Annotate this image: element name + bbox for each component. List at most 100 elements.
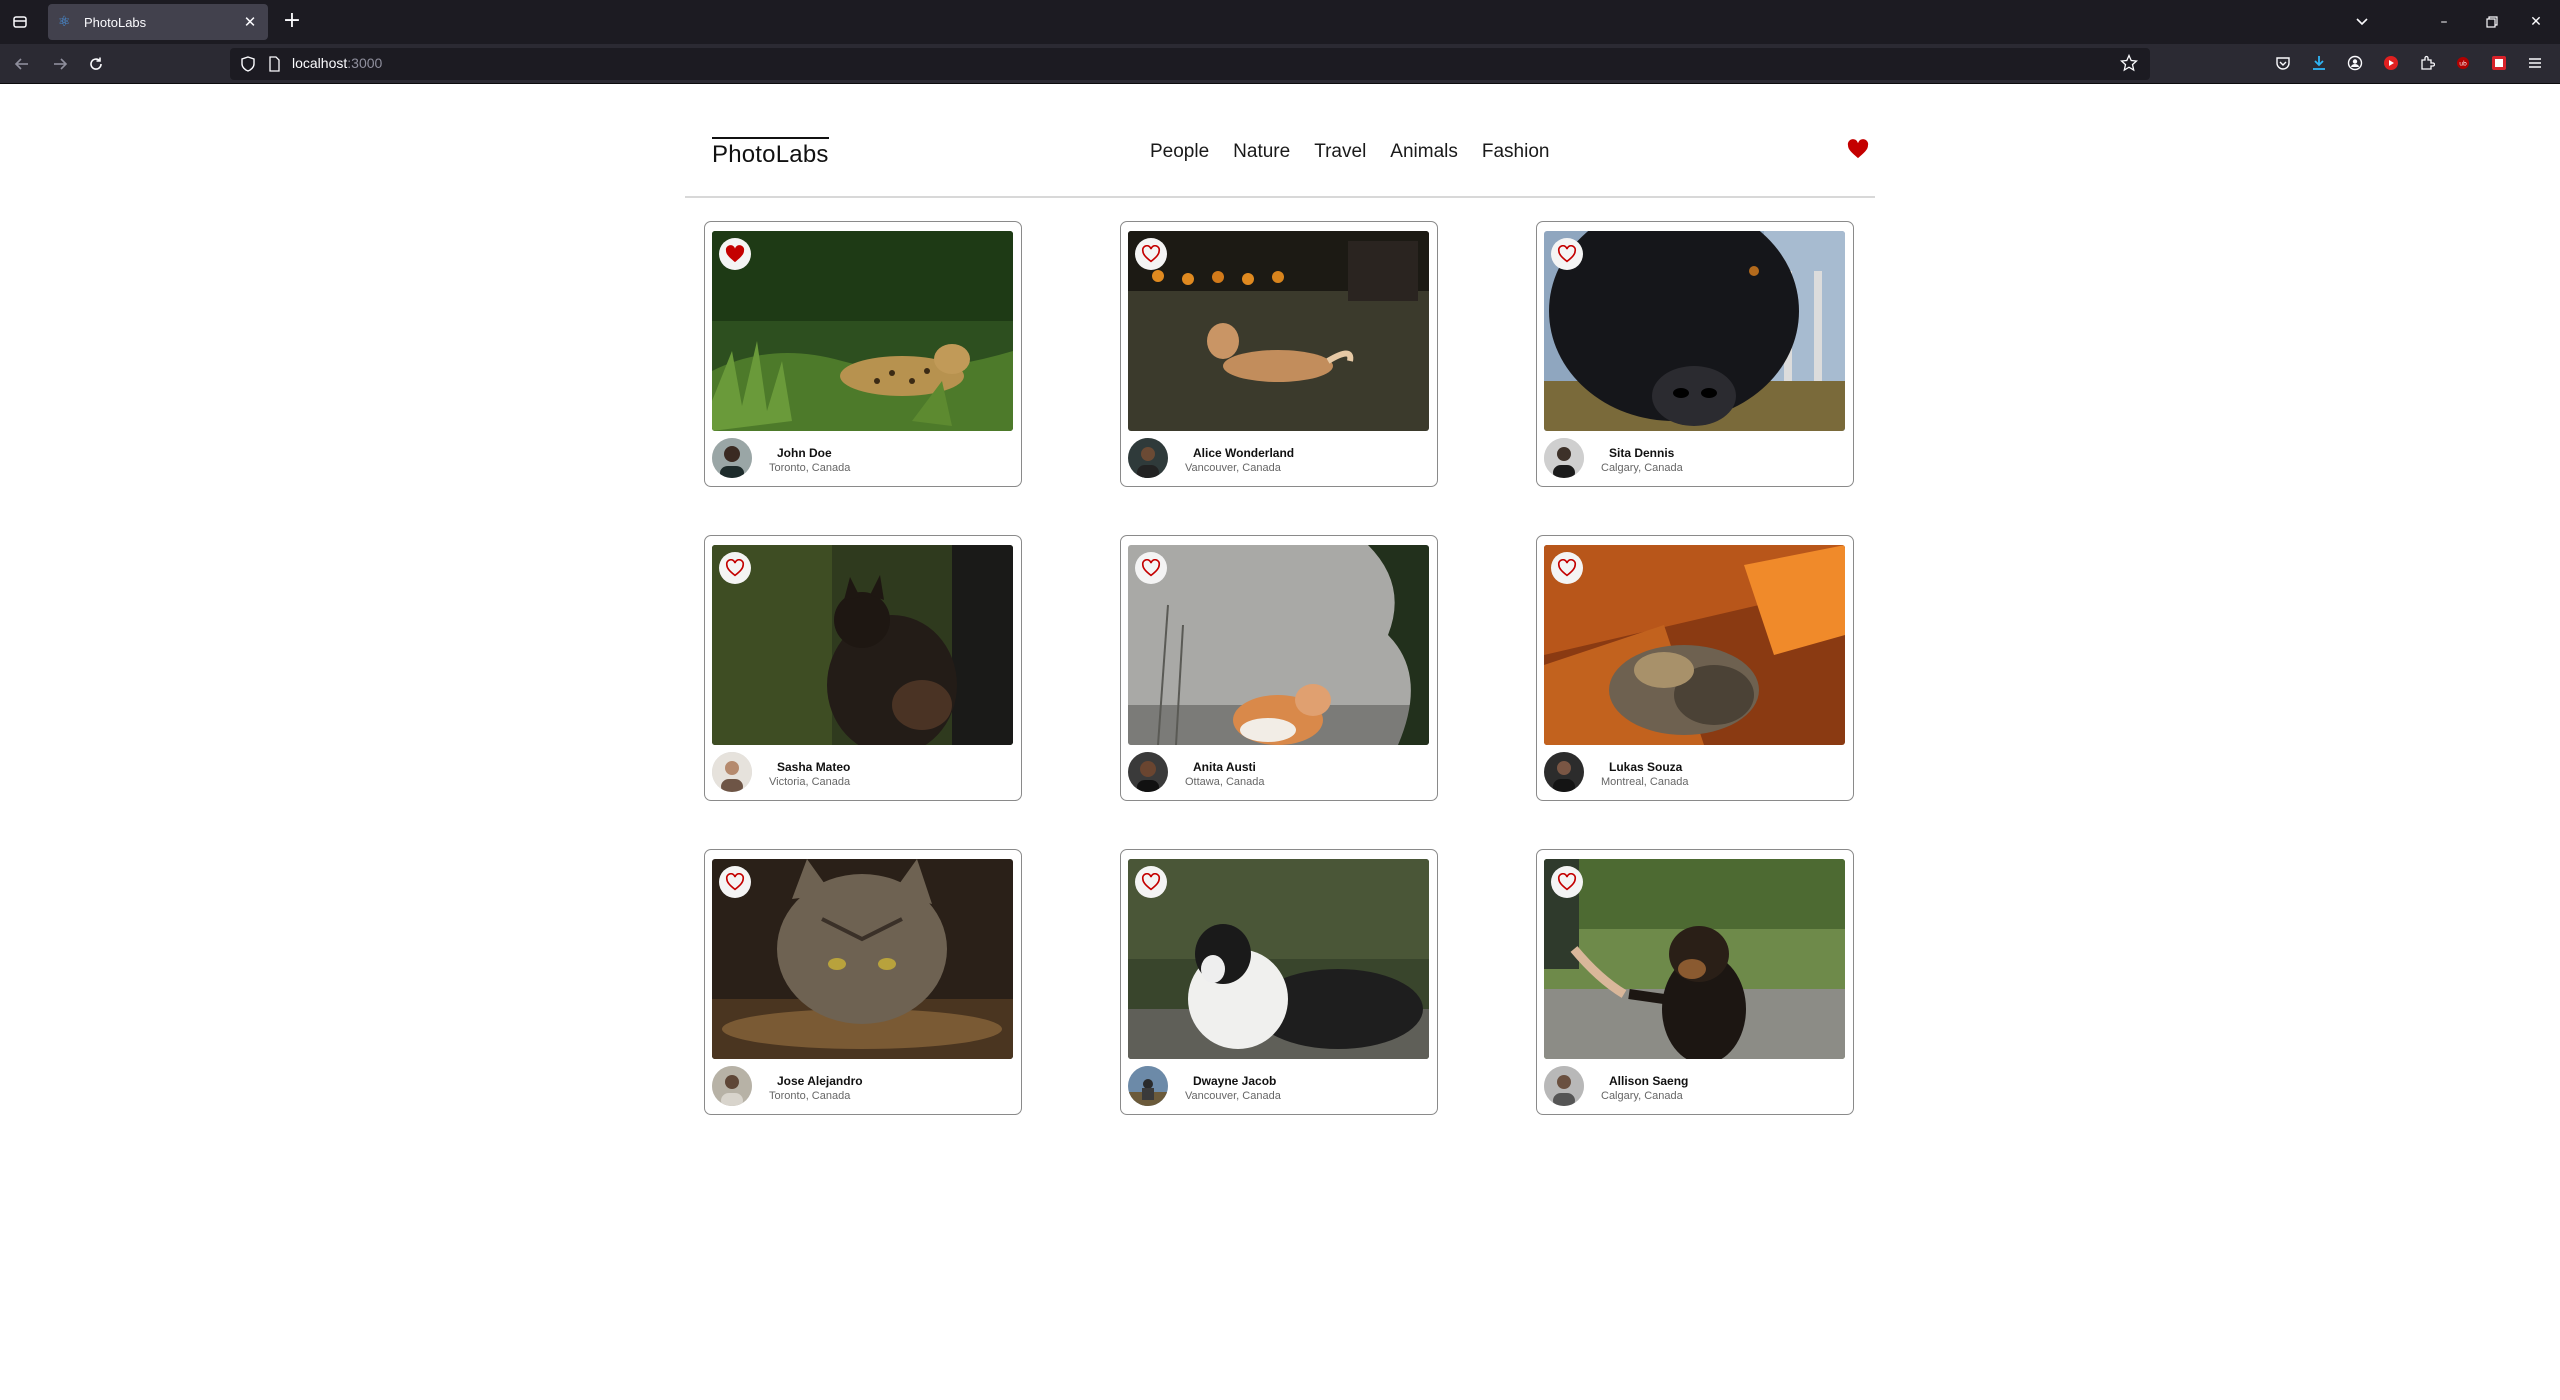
photo-image[interactable] xyxy=(712,859,1013,1059)
downloads-icon[interactable] xyxy=(2308,52,2330,74)
photographer-location: Toronto, Canada xyxy=(769,462,851,474)
photographer-location: Toronto, Canada xyxy=(769,1090,851,1102)
photo-card[interactable]: Lukas Souza Montreal, Canada xyxy=(1536,535,1854,801)
account-icon[interactable] xyxy=(2344,52,2366,74)
avatar xyxy=(1128,752,1168,792)
tab-list-icon[interactable] xyxy=(10,12,30,32)
forward-icon[interactable] xyxy=(48,52,72,76)
tab-overflow-chevron-icon[interactable] xyxy=(2350,10,2374,34)
heart-outline-icon xyxy=(725,559,745,577)
favourite-button[interactable] xyxy=(1551,238,1583,270)
logo[interactable]: PhotoLabs xyxy=(712,137,829,169)
photo-card[interactable]: Allison Saeng Calgary, Canada xyxy=(1536,849,1854,1115)
topic-people[interactable]: People xyxy=(1150,141,1209,163)
avatar xyxy=(712,438,752,478)
url-host: localhost xyxy=(292,55,348,71)
close-window-icon[interactable]: ✕ xyxy=(2524,10,2548,34)
photo-card[interactable]: Anita Austi Ottawa, Canada xyxy=(1120,535,1438,801)
youtube-extension-icon[interactable] xyxy=(2380,52,2402,74)
bookmark-star-icon[interactable] xyxy=(2119,53,2140,74)
favourite-button[interactable] xyxy=(719,866,751,898)
photo-image[interactable] xyxy=(712,545,1013,745)
photographer-location: Calgary, Canada xyxy=(1601,462,1683,474)
avatar xyxy=(1544,1066,1584,1106)
photo-card[interactable]: Sasha Mateo Victoria, Canada xyxy=(704,535,1022,801)
browser-tab-bar: ⚛ PhotoLabs ✕ + – ✕ xyxy=(0,0,2560,44)
tab-title: PhotoLabs xyxy=(84,14,147,30)
photographer-location: Vancouver, Canada xyxy=(1185,462,1281,474)
photo-image[interactable] xyxy=(1128,545,1429,745)
photographer-name: Allison Saeng xyxy=(1609,1074,1689,1088)
photographer-name: Alice Wonderland xyxy=(1193,446,1295,460)
favourites-heart-icon[interactable] xyxy=(1847,139,1869,159)
photo-image[interactable] xyxy=(1544,545,1845,745)
avatar xyxy=(1544,752,1584,792)
topic-list: People Nature Travel Animals Fashion xyxy=(1150,141,1549,163)
favourite-button[interactable] xyxy=(1135,866,1167,898)
pocket-icon[interactable] xyxy=(2272,52,2294,74)
topic-animals[interactable]: Animals xyxy=(1390,141,1458,163)
url-bar[interactable]: localhost:3000 xyxy=(230,48,2150,80)
back-icon[interactable] xyxy=(10,52,34,76)
heart-filled-icon xyxy=(725,245,745,263)
heart-outline-icon xyxy=(1141,873,1161,891)
svg-text:ub: ub xyxy=(2459,61,2467,68)
photo-card[interactable]: John Doe Toronto, Canada xyxy=(704,221,1022,487)
favourite-button[interactable] xyxy=(1135,238,1167,270)
ublock-extension-icon[interactable]: ub xyxy=(2452,52,2474,74)
photo-card[interactable]: Alice Wonderland Vancouver, Canada xyxy=(1120,221,1438,487)
extensions-icon[interactable] xyxy=(2416,52,2438,74)
topic-fashion[interactable]: Fashion xyxy=(1482,141,1550,163)
url-text[interactable]: localhost:3000 xyxy=(292,55,382,71)
avatar xyxy=(1128,438,1168,478)
heart-outline-icon xyxy=(1557,559,1577,577)
photo-image[interactable] xyxy=(1544,231,1845,431)
heart-outline-icon xyxy=(725,873,745,891)
photo-image[interactable] xyxy=(1128,859,1429,1059)
photographer-location: Ottawa, Canada xyxy=(1185,776,1265,788)
photographer-name: Dwayne Jacob xyxy=(1193,1074,1277,1088)
favourite-button[interactable] xyxy=(1551,552,1583,584)
minimize-icon[interactable]: – xyxy=(2432,10,2456,34)
favourite-button[interactable] xyxy=(719,552,751,584)
photographer-name: Lukas Souza xyxy=(1609,760,1683,774)
heart-outline-icon xyxy=(1557,245,1577,263)
topic-nature[interactable]: Nature xyxy=(1233,141,1290,163)
url-port: :3000 xyxy=(347,55,383,71)
heart-outline-icon xyxy=(1141,245,1161,263)
photo-image[interactable] xyxy=(1128,231,1429,431)
favourite-button[interactable] xyxy=(1135,552,1167,584)
photographer-location: Calgary, Canada xyxy=(1601,1090,1683,1102)
photographer-name: Anita Austi xyxy=(1193,760,1256,774)
heart-outline-icon xyxy=(1557,873,1577,891)
avatar xyxy=(712,752,752,792)
photographer-name: Jose Alejandro xyxy=(777,1074,863,1088)
photographer-name: Sasha Mateo xyxy=(777,760,851,774)
photo-card[interactable]: Dwayne Jacob Vancouver, Canada xyxy=(1120,849,1438,1115)
react-favicon-icon: ⚛ xyxy=(58,14,71,30)
avatar xyxy=(1128,1066,1168,1106)
photo-image[interactable] xyxy=(712,231,1013,431)
photographer-name: Sita Dennis xyxy=(1609,446,1675,460)
avatar xyxy=(1544,438,1584,478)
favourite-button[interactable] xyxy=(719,238,751,270)
heart-outline-icon xyxy=(1141,559,1161,577)
browser-tab-active[interactable]: ⚛ PhotoLabs ✕ xyxy=(48,4,268,40)
browser-nav-bar: localhost:3000 xyxy=(0,44,2560,84)
photo-card[interactable]: Sita Dennis Calgary, Canada xyxy=(1536,221,1854,487)
reload-icon[interactable] xyxy=(84,52,108,76)
page-info-icon[interactable] xyxy=(266,56,282,72)
red-extension-icon[interactable] xyxy=(2488,52,2510,74)
photo-card[interactable]: Jose Alejandro Toronto, Canada xyxy=(704,849,1022,1115)
page-content: PhotoLabs People Nature Travel Animals F… xyxy=(0,85,2560,1400)
tab-close-icon[interactable]: ✕ xyxy=(242,13,258,31)
restore-icon[interactable] xyxy=(2480,10,2504,34)
new-tab-icon[interactable]: + xyxy=(280,10,304,34)
favourite-button[interactable] xyxy=(1551,866,1583,898)
photographer-location: Vancouver, Canada xyxy=(1185,1090,1281,1102)
tracking-shield-icon[interactable] xyxy=(240,56,256,72)
app-menu-icon[interactable] xyxy=(2524,52,2546,74)
photographer-location: Montreal, Canada xyxy=(1601,776,1689,788)
topic-travel[interactable]: Travel xyxy=(1314,141,1366,163)
photo-image[interactable] xyxy=(1544,859,1845,1059)
